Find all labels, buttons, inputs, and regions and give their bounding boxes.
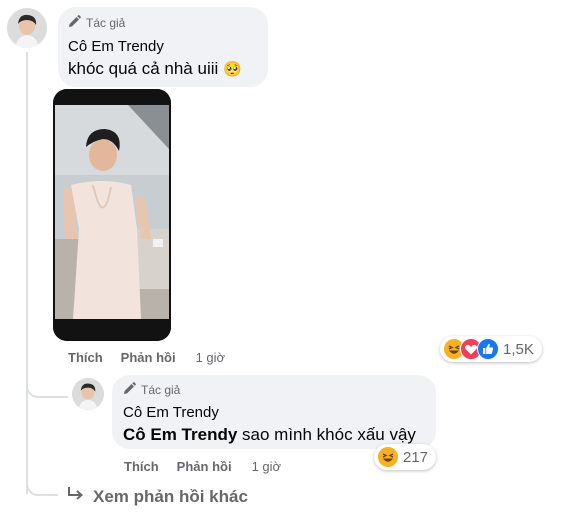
reply-author-badge: Tác giả xyxy=(123,382,180,398)
avatar-image xyxy=(7,8,47,48)
reply-author-badge-label: Tác giả xyxy=(141,383,181,397)
comment-bubble: Tác giả Cô Em Trendy khóc quá cả nhà uii… xyxy=(58,7,268,87)
reply-mention[interactable]: Cô Em Trendy xyxy=(123,425,237,444)
haha-icon xyxy=(377,446,399,468)
comment-actions: Thích Phản hồi 1 giờ xyxy=(68,350,225,365)
reaction-count: 1,5K xyxy=(503,340,534,358)
reaction-summary[interactable]: 1,5K xyxy=(440,336,542,362)
like-link[interactable]: Thích xyxy=(68,350,103,365)
reply-avatar-image xyxy=(72,378,104,410)
pleading-face-icon: 🥺 xyxy=(223,60,242,78)
reply-avatar[interactable] xyxy=(72,378,104,410)
author-badge-label: Tác giả xyxy=(86,16,126,30)
like-icon xyxy=(477,338,499,360)
reply-link[interactable]: Phản hồi xyxy=(121,350,176,365)
reply-time[interactable]: 1 giờ xyxy=(252,459,282,474)
thread-branch-reply xyxy=(26,382,68,398)
comment-time[interactable]: 1 giờ xyxy=(196,350,226,365)
pencil-icon xyxy=(68,15,81,31)
comment-author[interactable]: Cô Em Trendy xyxy=(68,38,164,55)
reply-reply-link[interactable]: Phản hồi xyxy=(177,459,232,474)
reply-actions: Thích Phản hồi 1 giờ xyxy=(124,459,281,474)
reply-reaction-count: 217 xyxy=(403,448,429,466)
thread-branch-more xyxy=(26,480,58,496)
reply-like-link[interactable]: Thích xyxy=(124,459,159,474)
author-badge: Tác giả xyxy=(68,15,125,31)
thread-line xyxy=(26,52,28,494)
photo-image xyxy=(53,89,171,341)
reply-bubble: Tác giả Cô Em Trendy Cô Em Trendy sao mì… xyxy=(112,375,436,449)
reply-reaction-summary[interactable]: 217 xyxy=(374,444,437,470)
more-replies-link[interactable]: Xem phản hồi khác xyxy=(67,486,248,507)
reply-text-row: Cô Em Trendy sao mình khóc xấu vậy xyxy=(123,425,416,445)
comment-text: khóc quá cả nhà uiii xyxy=(68,59,219,78)
reply-arrow-icon xyxy=(67,486,85,507)
comment-text-row: khóc quá cả nhà uiii 🥺 xyxy=(68,59,242,79)
reply-author[interactable]: Cô Em Trendy xyxy=(123,404,219,421)
avatar[interactable] xyxy=(7,8,47,48)
more-replies-label: Xem phản hồi khác xyxy=(93,486,248,506)
reply-text: sao mình khóc xấu vậy xyxy=(237,425,416,444)
pencil-icon xyxy=(123,382,136,398)
comment-photo[interactable] xyxy=(53,89,171,341)
